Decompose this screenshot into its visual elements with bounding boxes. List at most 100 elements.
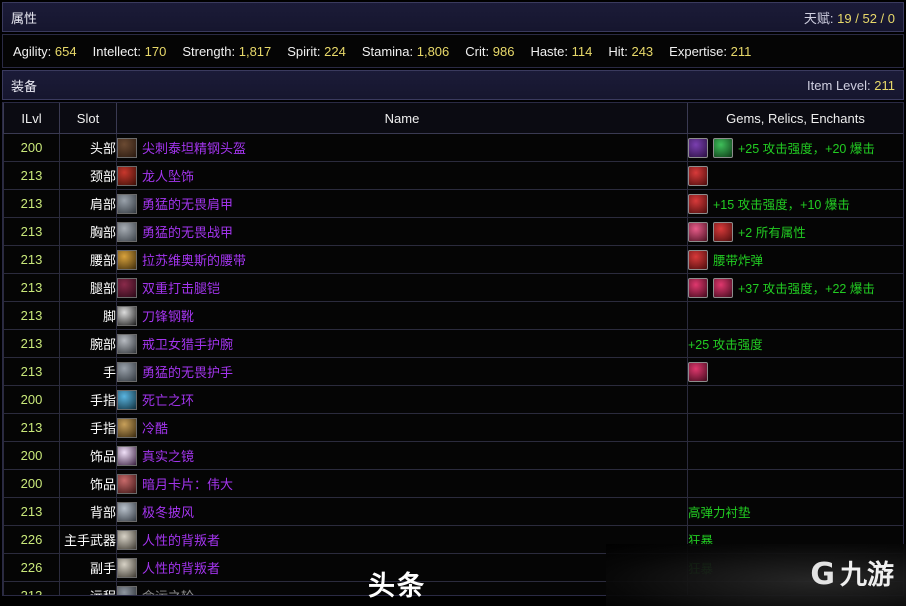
enchant-text: +15 攻击强度，+10 爆击: [713, 198, 850, 212]
item-entry: 极冬披风: [117, 501, 687, 522]
cell-slot: 副手: [59, 553, 117, 582]
item-name-link[interactable]: 真实之镜: [142, 446, 194, 465]
gem-red[interactable]: [688, 193, 708, 214]
cell-ilvl: 213: [3, 329, 60, 358]
item-entry: 尖刺泰坦精钢头盔: [117, 137, 687, 158]
wow-armory-page: 属性 天赋: 19 / 52 / 0 Agility: 654 Intellect…: [0, 2, 906, 606]
stat-name: Spirit:: [287, 43, 321, 59]
trinket-icon[interactable]: [117, 445, 137, 466]
table-row[interactable]: 213 腿部 双重打击腿铠 +37 攻击强度，+22 爆击: [3, 273, 903, 302]
stat-item: Crit: 986: [465, 44, 514, 59]
table-row[interactable]: 200 手指 死亡之环: [3, 385, 903, 414]
item-name-link[interactable]: 冷酷: [142, 418, 168, 437]
table-row[interactable]: 213 脚 刀锋钢靴: [3, 301, 903, 330]
enchant-text: 狂暴: [688, 534, 714, 548]
cell-gems-enchants: 腰带炸弹: [687, 245, 903, 274]
cell-name: 真实之镜: [116, 441, 688, 470]
stat-value: 1,817: [235, 43, 272, 59]
gem-red[interactable]: [688, 249, 708, 270]
weapon-icon[interactable]: [117, 557, 137, 578]
gear-table: ILvl Slot Name Gems, Relics, Enchants 20…: [3, 103, 903, 595]
item-entry: 冷酷: [117, 417, 687, 438]
stat-name: Crit:: [465, 43, 490, 59]
table-row[interactable]: 226 副手 人性的背叛者 狂暴: [3, 553, 903, 582]
gloves-icon[interactable]: [117, 361, 137, 382]
gem-pink[interactable]: [688, 221, 708, 242]
table-row[interactable]: 200 饰品 真实之镜: [3, 441, 903, 470]
item-entry: 勇猛的无畏肩甲: [117, 193, 687, 214]
gem-red[interactable]: [688, 165, 708, 186]
table-row[interactable]: 213 颈部 龙人坠饰: [3, 161, 903, 190]
cell-gems-enchants: [687, 161, 903, 190]
item-name-link[interactable]: 极冬披风: [142, 502, 194, 521]
cell-ilvl: 213: [3, 301, 60, 330]
table-row[interactable]: 226 主手武器 人性的背叛者 狂暴: [3, 525, 903, 554]
card-icon[interactable]: [117, 473, 137, 494]
belt-icon[interactable]: [117, 249, 137, 270]
necklace-icon[interactable]: [117, 165, 137, 186]
cell-name: 龙人坠饰: [116, 161, 688, 190]
boots-icon[interactable]: [117, 305, 137, 326]
item-name-link[interactable]: 暗月卡片：伟大: [142, 474, 233, 493]
gems-enchants-entry: 狂暴: [688, 530, 903, 549]
item-name-link[interactable]: 龙人坠饰: [142, 166, 194, 185]
cell-ilvl: 213: [3, 217, 60, 246]
stat-value: 243: [627, 43, 654, 59]
gem-green[interactable]: [713, 137, 733, 158]
chest-icon[interactable]: [117, 221, 137, 242]
helm-icon[interactable]: [117, 137, 137, 158]
item-name-link[interactable]: 勇猛的无畏肩甲: [142, 194, 233, 213]
gem-pink[interactable]: [688, 361, 708, 382]
column-header-name[interactable]: Name: [116, 103, 688, 134]
gem-red[interactable]: [713, 221, 733, 242]
item-name-link[interactable]: 死亡之环: [142, 390, 194, 409]
column-header-gems[interactable]: Gems, Relics, Enchants: [687, 103, 903, 134]
table-row[interactable]: 213 手 勇猛的无畏护手: [3, 357, 903, 386]
table-row[interactable]: 213远程 命运之轮: [3, 581, 903, 595]
item-name-link[interactable]: 人性的背叛者: [142, 530, 220, 549]
item-name-link[interactable]: 勇猛的无畏战甲: [142, 222, 233, 241]
stat-name: Stamina:: [361, 43, 414, 59]
cell-slot: 手指: [59, 385, 117, 414]
cell-ilvl: 200: [3, 441, 60, 470]
table-row[interactable]: 200 头部 尖刺泰坦精钢头盔 +25 攻击强度，+20 爆击: [3, 133, 903, 162]
table-row[interactable]: 213 背部 极冬披风 高弹力衬垫: [3, 497, 903, 526]
gems-enchants-entry: +2 所有属性: [688, 221, 903, 242]
item-name-link[interactable]: 尖刺泰坦精钢头盔: [142, 138, 246, 157]
ring-icon[interactable]: [117, 389, 137, 410]
table-row[interactable]: 213 腕部 戒卫女猎手护腕 +25 攻击强度: [3, 329, 903, 358]
cell-ilvl: 200: [3, 385, 60, 414]
table-row[interactable]: 213 胸部 勇猛的无畏战甲 +2 所有属性: [3, 217, 903, 246]
gems-enchants-entry: +37 攻击强度，+22 爆击: [688, 277, 903, 298]
table-row[interactable]: 213 腰部 拉苏维奥斯的腰带 腰带炸弹: [3, 245, 903, 274]
item-name-link[interactable]: 人性的背叛者: [142, 558, 220, 577]
cloak-icon[interactable]: [117, 501, 137, 522]
item-name-link[interactable]: 双重打击腿铠: [142, 278, 220, 297]
item-entry: 戒卫女猎手护腕: [117, 333, 687, 354]
ranged-icon[interactable]: [117, 585, 137, 595]
column-header-slot[interactable]: Slot: [59, 103, 117, 134]
column-header-ilvl[interactable]: ILvl: [3, 103, 60, 134]
gem-purple[interactable]: [688, 137, 708, 158]
shoulder-icon[interactable]: [117, 193, 137, 214]
gem-pink[interactable]: [688, 277, 708, 298]
bracer-icon[interactable]: [117, 333, 137, 354]
table-row[interactable]: 213 肩部 勇猛的无畏肩甲 +15 攻击强度，+10 爆击: [3, 189, 903, 218]
gem-pink[interactable]: [713, 277, 733, 298]
item-name-link[interactable]: 戒卫女猎手护腕: [142, 334, 233, 353]
ring-icon[interactable]: [117, 417, 137, 438]
item-name-link[interactable]: 刀锋钢靴: [142, 306, 194, 325]
item-name-link[interactable]: 拉苏维奥斯的腰带: [142, 250, 246, 269]
item-name-link[interactable]: 命运之轮: [142, 586, 194, 595]
gems-enchants-entry: [688, 165, 903, 186]
stat-name: Agility:: [13, 43, 52, 59]
cell-name: 拉苏维奥斯的腰带: [116, 245, 688, 274]
legs-icon[interactable]: [117, 277, 137, 298]
stat-name: Strength:: [182, 43, 236, 59]
table-row[interactable]: 213 手指 冷酷: [3, 413, 903, 442]
item-name-link[interactable]: 勇猛的无畏护手: [142, 362, 233, 381]
cell-name: 尖刺泰坦精钢头盔: [116, 133, 688, 162]
table-row[interactable]: 200 饰品 暗月卡片：伟大: [3, 469, 903, 498]
weapon-icon[interactable]: [117, 529, 137, 550]
enchant-text: 腰带炸弹: [713, 254, 764, 268]
